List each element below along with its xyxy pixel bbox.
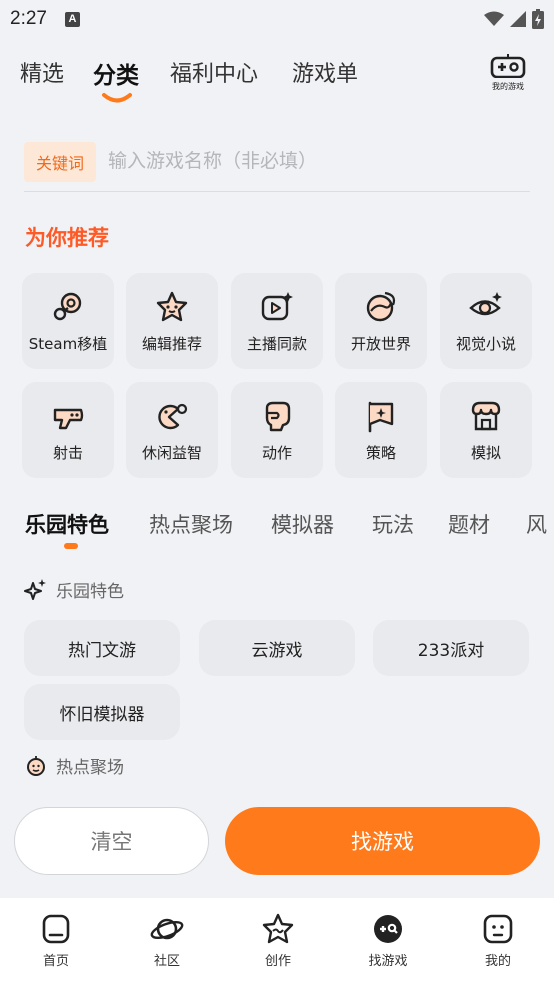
category-label: 编辑推荐 xyxy=(141,335,202,353)
search-input[interactable] xyxy=(108,142,469,180)
group-header-features: 乐园特色 xyxy=(24,577,124,602)
nav-label: 找游戏 xyxy=(368,954,408,969)
category-label: 视觉小说 xyxy=(455,335,516,353)
star-face-icon xyxy=(156,291,188,322)
eye-icon xyxy=(469,292,502,316)
category-card-casual-puzzle[interactable]: 休闲益智 xyxy=(126,382,218,478)
nav-community[interactable]: 社区 xyxy=(127,912,207,969)
category-label: 模拟 xyxy=(470,444,501,462)
find-game-icon xyxy=(374,915,402,943)
category-label: 休闲益智 xyxy=(141,444,202,462)
category-card-streamer[interactable]: 主播同款 xyxy=(231,273,323,369)
globe-icon xyxy=(366,291,396,322)
sub-tabs: 乐园特色 热点聚场 模拟器 玩法 题材 风 xyxy=(0,505,554,553)
action-panel: 清空 找游戏 xyxy=(0,790,554,898)
category-card-open-world[interactable]: 开放世界 xyxy=(335,273,427,369)
tab-game-list[interactable]: 游戏单 xyxy=(292,56,358,88)
flag-icon xyxy=(368,401,394,433)
steam-icon xyxy=(53,292,82,321)
nav-create[interactable]: 创作 xyxy=(238,912,318,969)
status-time: 2:27 xyxy=(10,8,47,29)
status-bar: 2:27 A xyxy=(0,0,554,38)
tab-category[interactable]: 分类 xyxy=(93,56,139,90)
wifi-icon xyxy=(484,11,504,26)
notification-icon: A xyxy=(64,11,80,27)
subtab-theme[interactable]: 题材 xyxy=(448,509,490,539)
nav-find-game[interactable]: 找游戏 xyxy=(348,912,428,969)
find-game-button[interactable]: 找游戏 xyxy=(225,807,540,875)
group-header-hot: 热点聚场 xyxy=(24,753,124,778)
category-card-shooting[interactable]: 射击 xyxy=(22,382,114,478)
nav-mine[interactable]: 我的 xyxy=(458,912,538,969)
planet-icon xyxy=(150,918,184,940)
signal-icon xyxy=(510,11,526,27)
category-card-visual-novel[interactable]: 视觉小说 xyxy=(440,273,532,369)
group-title: 乐园特色 xyxy=(56,582,124,602)
nav-label: 创作 xyxy=(264,954,291,969)
category-card-action[interactable]: 动作 xyxy=(231,382,323,478)
group-title: 热点聚场 xyxy=(56,758,124,778)
category-card-strategy[interactable]: 策略 xyxy=(335,382,427,478)
clear-button[interactable]: 清空 xyxy=(14,807,209,875)
subtab-hot-topics[interactable]: 热点聚场 xyxy=(149,509,233,539)
category-label: 射击 xyxy=(52,444,83,462)
search-row: 关键词 xyxy=(24,142,530,192)
category-card-steam[interactable]: Steam移植 xyxy=(22,273,114,369)
nav-home[interactable]: 首页 xyxy=(16,912,96,969)
category-label: 开放世界 xyxy=(350,335,411,353)
category-card-editor-picks[interactable]: 编辑推荐 xyxy=(126,273,218,369)
subtab-gameplay[interactable]: 玩法 xyxy=(372,509,414,539)
keyword-tag: 关键词 xyxy=(24,142,97,182)
battery-icon xyxy=(532,9,544,29)
home-icon xyxy=(42,914,70,944)
chip-hot-text-games[interactable]: 热门文游 xyxy=(24,620,180,676)
sparkle-icon xyxy=(24,578,46,600)
nav-label: 我的 xyxy=(484,954,511,969)
pacman-icon xyxy=(158,403,188,430)
smiley-icon xyxy=(27,755,45,776)
chip-cloud-games[interactable]: 云游戏 xyxy=(199,620,355,676)
active-subtab-indicator xyxy=(64,543,78,549)
category-label: Steam移植 xyxy=(28,335,108,353)
video-play-icon xyxy=(261,292,293,321)
category-label: 策略 xyxy=(365,444,396,462)
my-games-label: 我的游戏 xyxy=(492,82,524,91)
shop-icon xyxy=(471,401,501,431)
fist-icon xyxy=(265,401,291,432)
chip-retro-emulator[interactable]: 怀旧模拟器 xyxy=(24,684,180,740)
subtab-emulators[interactable]: 模拟器 xyxy=(271,509,334,539)
status-icons xyxy=(484,9,544,29)
top-nav: 精选 分类 福利中心 游戏单 我的游戏 xyxy=(0,50,554,110)
gun-icon xyxy=(53,408,84,430)
subtab-park-features[interactable]: 乐园特色 xyxy=(25,509,109,539)
category-label: 动作 xyxy=(261,444,292,462)
category-card-simulation[interactable]: 模拟 xyxy=(440,382,532,478)
subtab-style[interactable]: 风 xyxy=(526,509,547,539)
active-tab-indicator xyxy=(102,93,132,103)
nav-label: 首页 xyxy=(42,954,69,969)
tab-featured[interactable]: 精选 xyxy=(20,56,64,88)
nav-label: 社区 xyxy=(153,954,180,969)
recommend-title: 为你推荐 xyxy=(25,226,109,250)
chip-233-party[interactable]: 233派对 xyxy=(373,620,529,676)
profile-icon xyxy=(483,914,513,944)
bottom-nav: 首页 社区 创作 找游戏 我的 xyxy=(0,898,554,984)
tab-welfare-center[interactable]: 福利中心 xyxy=(170,56,258,88)
category-label: 主播同款 xyxy=(246,335,307,353)
create-star-icon xyxy=(262,913,294,944)
my-games-button[interactable]: 我的游戏 xyxy=(488,54,528,91)
gamepad-icon xyxy=(490,54,526,79)
